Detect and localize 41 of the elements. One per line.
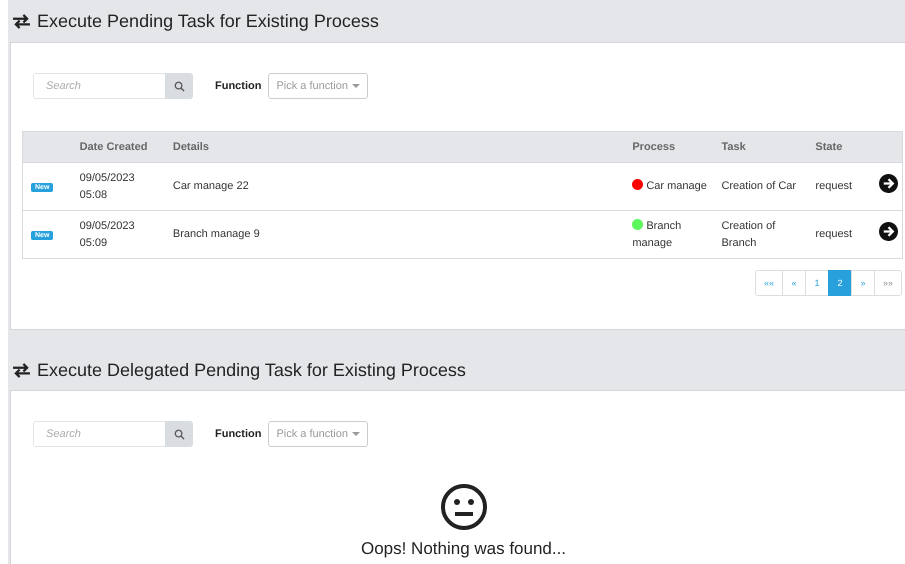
arrow-right-icon[interactable]	[879, 174, 898, 193]
process-name: Branch manage	[632, 220, 682, 248]
column-header: Details	[168, 132, 628, 162]
search-button[interactable]	[165, 421, 193, 447]
arrow-right-icon[interactable]	[879, 222, 898, 241]
table-cell: Creation of Car	[717, 162, 812, 210]
table-cell: request	[811, 210, 875, 258]
process-name: Car manage	[646, 180, 707, 192]
search-field[interactable]: Search	[33, 421, 165, 447]
function-dropdown[interactable]: Pick a function	[268, 421, 368, 447]
page-button[interactable]: 2	[828, 270, 852, 296]
caret-icon	[352, 432, 360, 436]
search-icon	[174, 428, 184, 440]
section-title: Execute Delegated Pending Task for Existing Process	[37, 360, 466, 380]
function-label: Function	[215, 80, 262, 92]
empty-message: Oops! Nothing was found...	[360, 539, 566, 559]
table-cell: Creation of Branch	[717, 210, 812, 258]
table-cell: Car manage 22	[168, 162, 628, 210]
table-cell: request	[811, 162, 875, 210]
page-button[interactable]: «	[782, 270, 806, 296]
page-button[interactable]: »	[850, 270, 875, 296]
table-cell: 09/05/2023 05:08	[76, 162, 169, 210]
search-field[interactable]: Search	[33, 73, 165, 99]
search-icon	[174, 80, 184, 92]
page-button[interactable]: »»	[874, 270, 902, 296]
column-header: Task	[717, 132, 812, 162]
page-button[interactable]: ««	[754, 270, 783, 296]
neutral-face-icon	[440, 483, 488, 531]
swap-icon	[12, 362, 31, 378]
table-cell: Branch manage 9	[168, 210, 628, 258]
column-header: Process	[628, 132, 718, 162]
search-button[interactable]	[165, 73, 193, 99]
caret-icon	[352, 84, 360, 88]
swap-icon	[12, 14, 31, 28]
table-cell: 09/05/2023 05:09	[76, 210, 169, 258]
section-title: Execute Pending Task for Existing Process	[37, 10, 379, 32]
column-header: State	[811, 132, 875, 162]
function-label: Function	[215, 428, 262, 440]
column-header: Date Created	[76, 132, 169, 162]
function-dropdown[interactable]: Pick a function	[268, 73, 368, 99]
page-button[interactable]: 1	[804, 270, 829, 296]
